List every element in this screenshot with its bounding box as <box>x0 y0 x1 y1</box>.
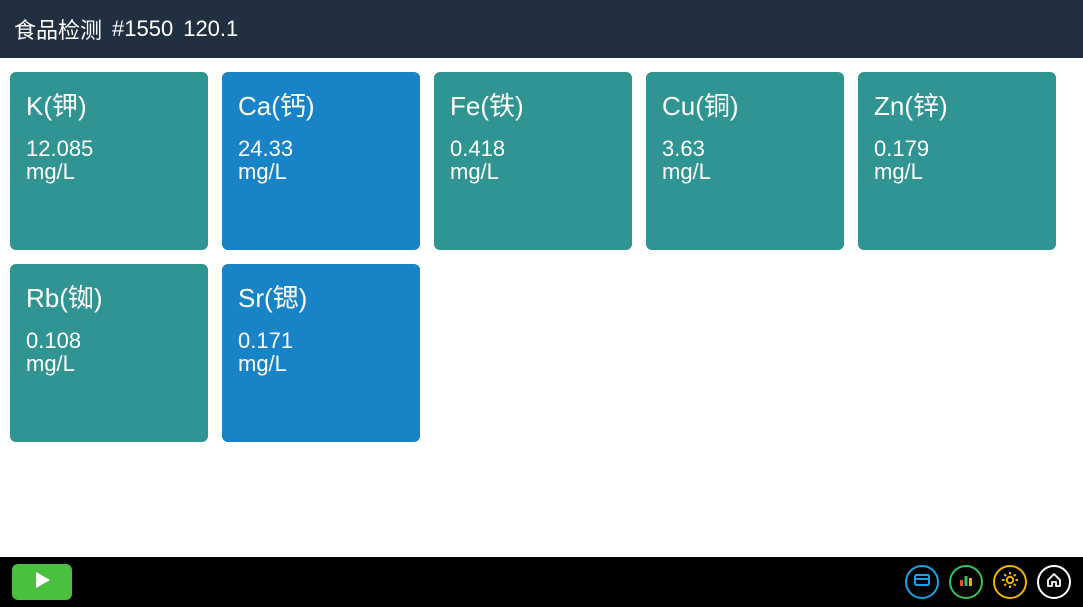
chart-icon <box>957 571 975 594</box>
home-button[interactable] <box>1037 565 1071 599</box>
element-tile[interactable]: Sr(锶) 0.171mg/L <box>222 264 420 442</box>
home-icon <box>1045 571 1063 594</box>
element-unit: mg/L <box>26 160 192 183</box>
element-tile[interactable]: Zn(锌) 0.179mg/L <box>858 72 1056 250</box>
play-button[interactable] <box>12 564 72 600</box>
element-name: Sr(锶) <box>238 278 404 315</box>
element-unit: mg/L <box>662 160 828 183</box>
element-value: 3.63 <box>662 137 828 160</box>
element-value: 0.418 <box>450 137 616 160</box>
element-value: 12.085 <box>26 137 192 160</box>
chart-button[interactable] <box>949 565 983 599</box>
element-name: Ca(钙) <box>238 86 404 123</box>
element-value: 0.179 <box>874 137 1040 160</box>
element-tile[interactable]: K(钾) 12.085mg/L <box>10 72 208 250</box>
card-icon <box>913 571 931 594</box>
element-unit: mg/L <box>26 352 192 375</box>
footer-bar <box>0 557 1083 607</box>
element-value: 0.171 <box>238 329 404 352</box>
element-name: Zn(锌) <box>874 86 1040 123</box>
gear-icon <box>1001 571 1019 594</box>
element-tile[interactable]: Cu(铜) 3.63mg/L <box>646 72 844 250</box>
sample-id: #1550 <box>112 16 173 42</box>
element-grid: K(钾)12.085mg/LCa(钙)24.33mg/LFe(铁)0.418mg… <box>0 58 1083 456</box>
element-name: Fe(铁) <box>450 86 616 123</box>
element-unit: mg/L <box>238 160 404 183</box>
footer-icon-group <box>905 565 1071 599</box>
element-unit: mg/L <box>238 352 404 375</box>
element-tile[interactable]: Rb(铷) 0.108mg/L <box>10 264 208 442</box>
header-value: 120.1 <box>183 16 238 42</box>
card-button[interactable] <box>905 565 939 599</box>
header-bar: 食品检测 #1550 120.1 <box>0 0 1083 58</box>
element-value: 24.33 <box>238 137 404 160</box>
element-name: K(钾) <box>26 86 192 123</box>
play-icon <box>32 570 52 595</box>
element-tile[interactable]: Ca(钙) 24.33mg/L <box>222 72 420 250</box>
element-unit: mg/L <box>874 160 1040 183</box>
element-unit: mg/L <box>450 160 616 183</box>
settings-button[interactable] <box>993 565 1027 599</box>
element-name: Cu(铜) <box>662 86 828 123</box>
page-title: 食品检测 <box>14 13 102 45</box>
element-value: 0.108 <box>26 329 192 352</box>
element-tile[interactable]: Fe(铁) 0.418mg/L <box>434 72 632 250</box>
element-name: Rb(铷) <box>26 278 192 315</box>
